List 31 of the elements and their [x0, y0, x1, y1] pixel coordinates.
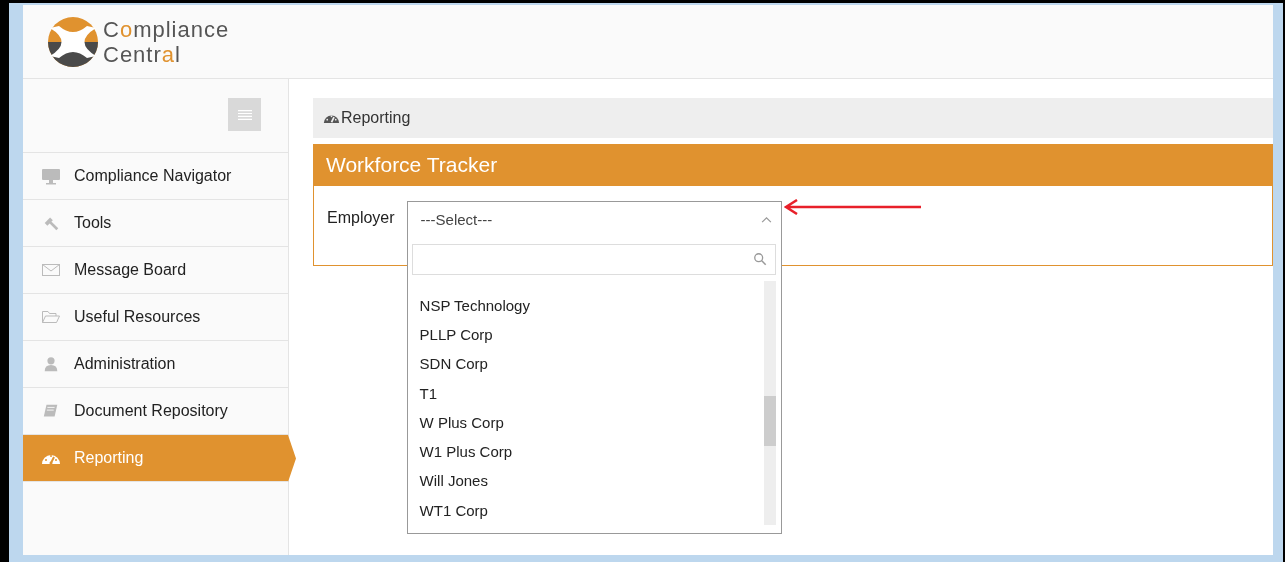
brand-name: Central: [103, 41, 181, 67]
menu-icon: [235, 107, 254, 122]
search-field[interactable]: [411, 244, 776, 275]
user-icon: [42, 355, 60, 373]
monitor-icon: [41, 167, 61, 185]
brand-name: Compliance: [103, 16, 230, 42]
dropdown-option[interactable]: NSP Technology: [419, 290, 764, 320]
scrollbar[interactable]: [763, 280, 776, 525]
dropdown-option[interactable]: W Plus Corp: [419, 407, 764, 438]
sidebar-item[interactable]: Tools: [23, 200, 288, 247]
logo-icon: [47, 15, 99, 68]
sidebar-item[interactable]: Useful Resources: [23, 294, 288, 341]
envelope-icon: [41, 262, 61, 278]
dropdown-option[interactable]: SDN Corp: [419, 349, 764, 379]
dropdown-option[interactable]: T1: [419, 378, 764, 408]
breadcrumb-text: Reporting: [341, 109, 411, 127]
dropdown-option[interactable]: WT1 Corp: [419, 495, 764, 525]
folder-icon: [41, 309, 61, 325]
search-icon: [752, 252, 767, 267]
panel-title: Workforce Tracker: [326, 153, 498, 177]
menu-button[interactable]: [228, 98, 261, 131]
scrollbar-thumb[interactable]: [763, 395, 776, 446]
sidebar-item[interactable]: Compliance Navigator: [23, 153, 288, 200]
dropdown-option[interactable]: Will Jones: [419, 466, 764, 496]
employer-select[interactable]: ---Select---: [406, 201, 782, 236]
chevron-icon: [760, 215, 772, 223]
dropdown-option[interactable]: PLLP Corp: [419, 319, 764, 350]
sidebar-item[interactable]: Message Board: [23, 247, 288, 294]
sidebar-item[interactable]: Administration: [23, 341, 288, 388]
dropdown-option[interactable]: W1 Plus Corp: [419, 437, 764, 467]
field-label: Employer: [327, 209, 395, 227]
